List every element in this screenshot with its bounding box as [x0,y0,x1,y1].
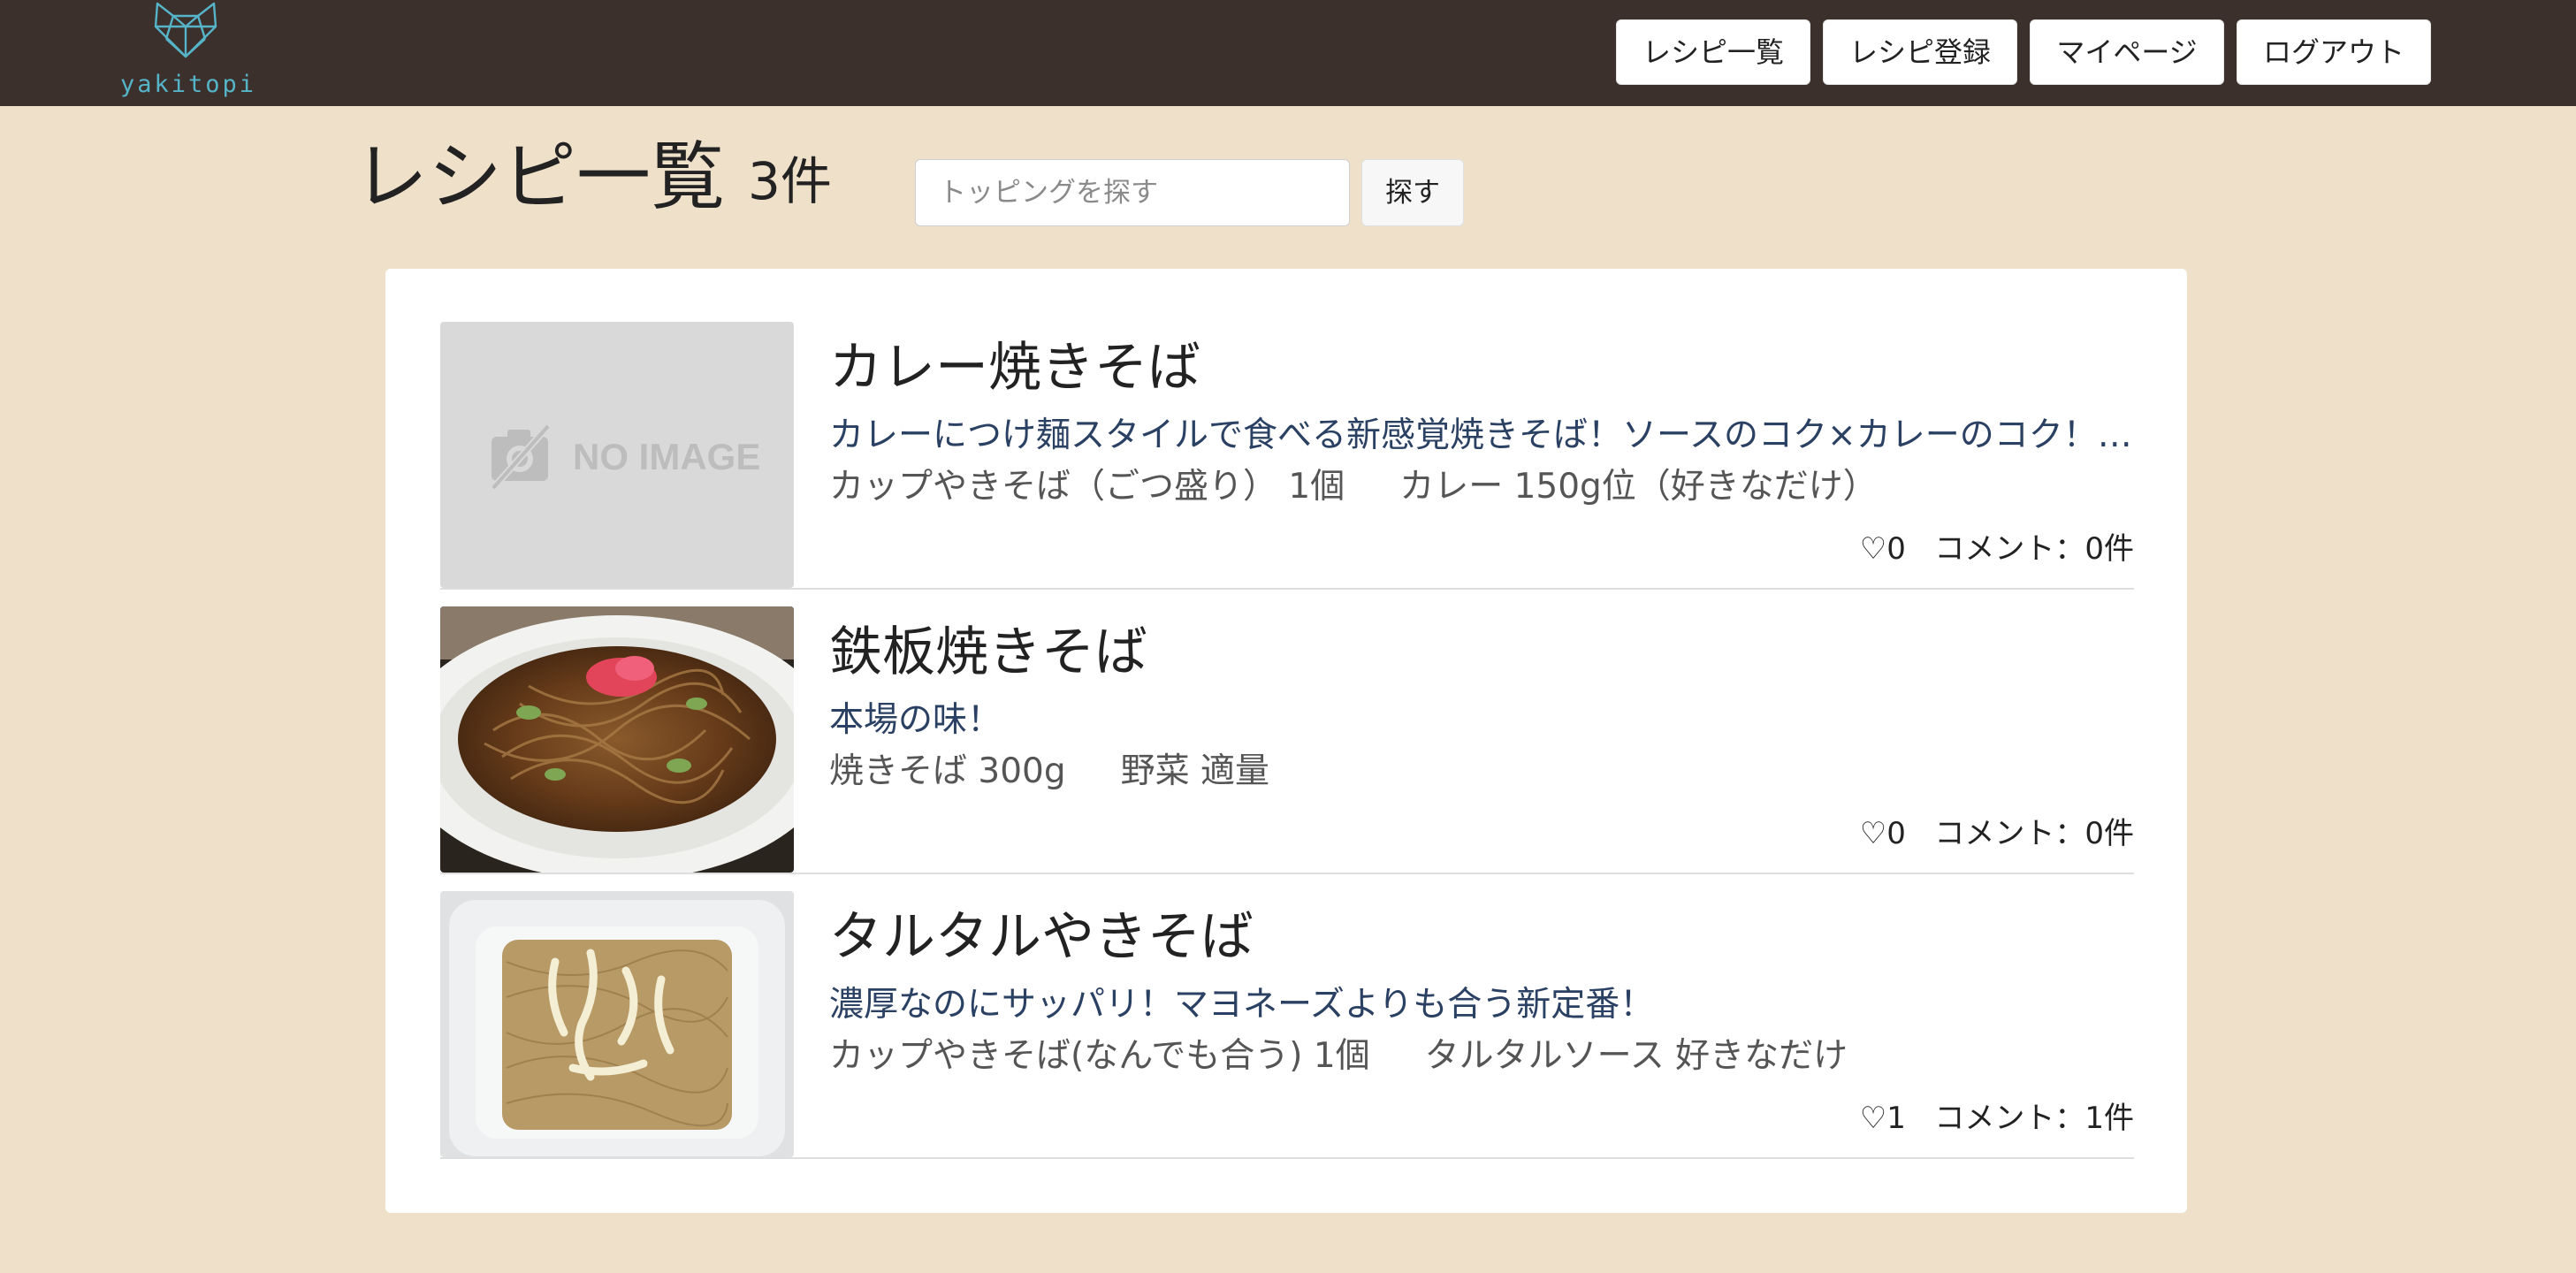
recipe-count: 3件 [748,151,832,211]
recipe-thumbnail[interactable] [440,606,794,873]
page-title: レシピ一覧 [354,133,726,220]
topping-search-input[interactable] [915,159,1350,226]
recipe-meta: ♡1 コメント：1件 [1860,1098,2134,1139]
cup-yakisoba-photo [440,891,794,1157]
recipe-list-card: NO IMAGE カレー焼きそば カレーにつけ麺スタイルで食べる新感覚焼きそば！… [385,269,2187,1213]
recipe-description: カレーにつけ麺スタイルで食べる新感覚焼きそば！ソースのコク×カレーのコク！お… [829,415,2134,455]
comment-count: コメント：0件 [1934,816,2134,851]
recipe-title[interactable]: タルタルやきそば [829,905,1254,969]
recipe-ingredients: 焼きそば 300g 野菜 適量 [829,751,1269,791]
like-count[interactable]: ♡0 [1860,531,1906,567]
recipe-thumbnail[interactable] [440,891,794,1157]
like-count[interactable]: ♡1 [1860,1101,1906,1136]
nav-mypage-button[interactable]: マイページ [2030,19,2224,85]
nav-recipe-list-button[interactable]: レシピ一覧 [1616,19,1810,85]
nav-logout-button[interactable]: ログアウト [2237,19,2431,85]
comment-count: コメント：0件 [1934,531,2134,567]
recipe-title[interactable]: カレー焼きそば [829,336,1200,400]
nav-recipe-register-button[interactable]: レシピ登録 [1823,19,2017,85]
recipe-item: タルタルやきそば 濃厚なのにサッパリ！マヨネーズよりも合う新定番！ カップやきそ… [440,891,2134,1159]
svg-text:NO IMAGE: NO IMAGE [573,436,760,477]
no-image-placeholder: NO IMAGE [440,322,794,588]
yakisoba-plate-photo [440,606,794,873]
recipe-meta: ♡0 コメント：0件 [1860,529,2134,569]
recipe-title[interactable]: 鉄板焼きそば [829,621,1147,684]
recipe-ingredients: カップやきそば（ごつ盛り） 1個 カレー 150g位（好きなだけ） [829,467,1878,507]
recipe-item: 鉄板焼きそば 本場の味！ 焼きそば 300g 野菜 適量 ♡0 コメント：0件 [440,606,2134,874]
recipe-description: 本場の味！ [829,700,1002,740]
logo-text: yakitopi [120,71,257,98]
recipe-description: 濃厚なのにサッパリ！マヨネーズよりも合う新定番！ [829,985,1655,1025]
site-logo[interactable]: yakitopi [120,0,257,104]
recipe-thumbnail[interactable]: NO IMAGE [440,322,794,588]
recipe-meta: ♡0 コメント：0件 [1860,813,2134,854]
recipe-item: NO IMAGE カレー焼きそば カレーにつけ麺スタイルで食べる新感覚焼きそば！… [440,322,2134,590]
search-button[interactable]: 探す [1361,159,1464,226]
comment-count: コメント：1件 [1934,1101,2134,1136]
recipe-ingredients: カップやきそば(なんでも合う) 1個 タルタルソース 好きなだけ [829,1036,1848,1076]
fox-logo-icon [154,2,217,58]
like-count[interactable]: ♡0 [1860,816,1906,851]
top-navbar: yakitopi レシピ一覧 レシピ登録 マイページ ログアウト [0,0,2576,106]
nav-buttons: レシピ一覧 レシピ登録 マイページ ログアウト [1616,19,2431,85]
